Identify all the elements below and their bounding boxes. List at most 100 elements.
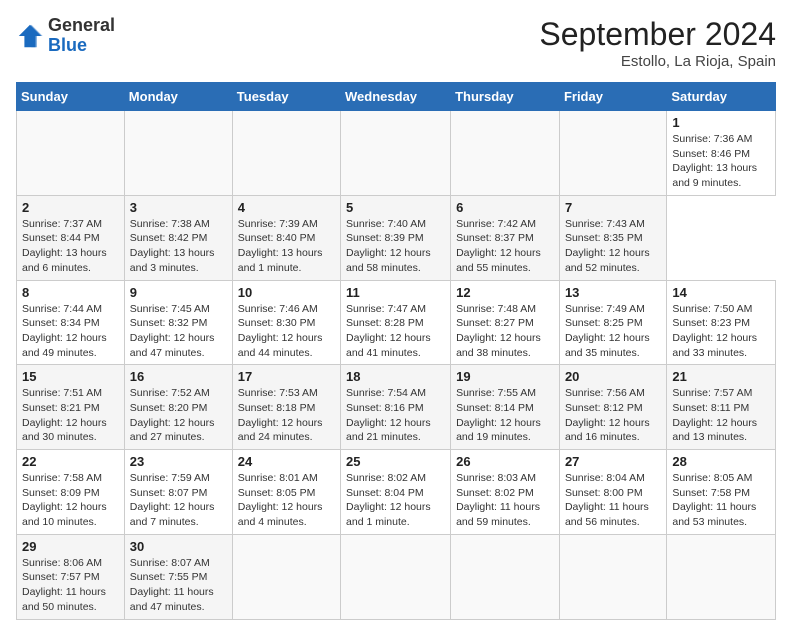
calendar-cell: 3 Sunrise: 7:38 AMSunset: 8:42 PMDaylight… [124, 195, 232, 280]
day-info: Sunrise: 7:49 AMSunset: 8:25 PMDaylight:… [565, 302, 661, 361]
day-info: Sunrise: 7:44 AMSunset: 8:34 PMDaylight:… [22, 302, 119, 361]
day-info: Sunrise: 7:36 AMSunset: 8:46 PMDaylight:… [672, 132, 770, 191]
day-info: Sunrise: 7:46 AMSunset: 8:30 PMDaylight:… [238, 302, 335, 361]
calendar-cell: 18Sunrise: 7:54 AMSunset: 8:16 PMDayligh… [341, 365, 451, 450]
day-info: Sunrise: 7:48 AMSunset: 8:27 PMDaylight:… [456, 302, 554, 361]
day-number: 8 [22, 285, 119, 300]
calendar-header-row: SundayMondayTuesdayWednesdayThursdayFrid… [17, 83, 776, 111]
calendar-cell: 11 Sunrise: 7:47 AMSunset: 8:28 PMDayligh… [341, 280, 451, 365]
logo-general-text: General [48, 15, 115, 35]
calendar-cell: 14Sunrise: 7:50 AMSunset: 8:23 PMDayligh… [667, 280, 776, 365]
calendar-cell: 28 Sunrise: 8:05 AMSunset: 7:58 PMDayligh… [667, 450, 776, 535]
day-number: 3 [130, 200, 227, 215]
calendar-cell: 9 Sunrise: 7:45 AMSunset: 8:32 PMDaylight… [124, 280, 232, 365]
day-number: 14 [672, 285, 770, 300]
day-number: 22 [22, 454, 119, 469]
day-info: Sunrise: 7:47 AMSunset: 8:28 PMDaylight:… [346, 302, 445, 361]
calendar-cell: 12 Sunrise: 7:48 AMSunset: 8:27 PMDayligh… [451, 280, 560, 365]
day-number: 2 [22, 200, 119, 215]
calendar-cell: 19Sunrise: 7:55 AMSunset: 8:14 PMDayligh… [451, 365, 560, 450]
day-info: Sunrise: 8:04 AMSunset: 8:00 PMDaylight:… [565, 471, 661, 530]
calendar-day-header: Thursday [451, 83, 560, 111]
day-info: Sunrise: 7:52 AMSunset: 8:20 PMDaylight:… [130, 386, 227, 445]
day-number: 4 [238, 200, 335, 215]
calendar-cell [232, 534, 340, 619]
calendar-cell: 27 Sunrise: 8:04 AMSunset: 8:00 PMDayligh… [559, 450, 666, 535]
calendar-day-header: Saturday [667, 83, 776, 111]
day-info: Sunrise: 7:53 AMSunset: 8:18 PMDaylight:… [238, 386, 335, 445]
day-number: 25 [346, 454, 445, 469]
day-info: Sunrise: 8:07 AMSunset: 7:55 PMDaylight:… [130, 556, 227, 615]
calendar-cell [559, 111, 666, 196]
day-number: 9 [130, 285, 227, 300]
title-block: September 2024 Estollo, La Rioja, Spain [539, 16, 776, 70]
calendar-cell: 5 Sunrise: 7:40 AMSunset: 8:39 PMDaylight… [341, 195, 451, 280]
calendar-day-header: Wednesday [341, 83, 451, 111]
day-number: 20 [565, 369, 661, 384]
day-info: Sunrise: 7:42 AMSunset: 8:37 PMDaylight:… [456, 217, 554, 276]
calendar-cell [451, 534, 560, 619]
calendar-cell [559, 534, 666, 619]
calendar-week-row: 22Sunrise: 7:58 AMSunset: 8:09 PMDayligh… [17, 450, 776, 535]
day-number: 1 [672, 115, 770, 130]
day-info: Sunrise: 7:39 AMSunset: 8:40 PMDaylight:… [238, 217, 335, 276]
calendar-cell: 16 Sunrise: 7:52 AMSunset: 8:20 PMDayligh… [124, 365, 232, 450]
calendar-cell: 25Sunrise: 8:02 AMSunset: 8:04 PMDayligh… [341, 450, 451, 535]
calendar-cell [17, 111, 125, 196]
logo: General Blue [16, 16, 115, 56]
calendar-cell: 20Sunrise: 7:56 AMSunset: 8:12 PMDayligh… [559, 365, 666, 450]
day-number: 29 [22, 539, 119, 554]
calendar-cell [341, 534, 451, 619]
calendar-week-row: 29 Sunrise: 8:06 AMSunset: 7:57 PMDayligh… [17, 534, 776, 619]
page-header: General Blue September 2024 Estollo, La … [16, 16, 776, 70]
calendar-cell: 1 Sunrise: 7:36 AMSunset: 8:46 PMDaylight… [667, 111, 776, 196]
day-number: 11 [346, 285, 445, 300]
day-info: Sunrise: 7:43 AMSunset: 8:35 PMDaylight:… [565, 217, 661, 276]
calendar-cell: 29 Sunrise: 8:06 AMSunset: 7:57 PMDayligh… [17, 534, 125, 619]
day-info: Sunrise: 7:59 AMSunset: 8:07 PMDaylight:… [130, 471, 227, 530]
day-info: Sunrise: 8:05 AMSunset: 7:58 PMDaylight:… [672, 471, 770, 530]
day-number: 23 [130, 454, 227, 469]
day-number: 17 [238, 369, 335, 384]
day-number: 24 [238, 454, 335, 469]
day-info: Sunrise: 7:37 AMSunset: 8:44 PMDaylight:… [22, 217, 119, 276]
calendar-cell [124, 111, 232, 196]
calendar-day-header: Sunday [17, 83, 125, 111]
day-number: 27 [565, 454, 661, 469]
logo-blue-text: Blue [48, 35, 87, 55]
day-number: 6 [456, 200, 554, 215]
day-number: 12 [456, 285, 554, 300]
calendar-cell: 26 Sunrise: 8:03 AMSunset: 8:02 PMDayligh… [451, 450, 560, 535]
day-number: 30 [130, 539, 227, 554]
calendar-cell: 21Sunrise: 7:57 AMSunset: 8:11 PMDayligh… [667, 365, 776, 450]
calendar-week-row: 2 Sunrise: 7:37 AMSunset: 8:44 PMDaylight… [17, 195, 776, 280]
calendar-cell: 17 Sunrise: 7:53 AMSunset: 8:18 PMDayligh… [232, 365, 340, 450]
calendar-body: 1 Sunrise: 7:36 AMSunset: 8:46 PMDaylight… [17, 111, 776, 620]
day-number: 15 [22, 369, 119, 384]
day-number: 21 [672, 369, 770, 384]
day-number: 28 [672, 454, 770, 469]
logo-icon [16, 22, 44, 50]
day-number: 7 [565, 200, 661, 215]
calendar-cell: 4 Sunrise: 7:39 AMSunset: 8:40 PMDaylight… [232, 195, 340, 280]
calendar-day-header: Friday [559, 83, 666, 111]
calendar-cell [451, 111, 560, 196]
calendar-cell: 6 Sunrise: 7:42 AMSunset: 8:37 PMDaylight… [451, 195, 560, 280]
calendar-day-header: Tuesday [232, 83, 340, 111]
calendar-cell: 22Sunrise: 7:58 AMSunset: 8:09 PMDayligh… [17, 450, 125, 535]
calendar-cell: 24Sunrise: 8:01 AMSunset: 8:05 PMDayligh… [232, 450, 340, 535]
calendar-cell [232, 111, 340, 196]
calendar-week-row: 1 Sunrise: 7:36 AMSunset: 8:46 PMDaylight… [17, 111, 776, 196]
calendar-cell: 7 Sunrise: 7:43 AMSunset: 8:35 PMDaylight… [559, 195, 666, 280]
day-number: 5 [346, 200, 445, 215]
calendar-cell: 23 Sunrise: 7:59 AMSunset: 8:07 PMDayligh… [124, 450, 232, 535]
calendar-cell: 2 Sunrise: 7:37 AMSunset: 8:44 PMDaylight… [17, 195, 125, 280]
day-number: 26 [456, 454, 554, 469]
day-info: Sunrise: 7:40 AMSunset: 8:39 PMDaylight:… [346, 217, 445, 276]
day-info: Sunrise: 8:03 AMSunset: 8:02 PMDaylight:… [456, 471, 554, 530]
day-info: Sunrise: 7:38 AMSunset: 8:42 PMDaylight:… [130, 217, 227, 276]
day-info: Sunrise: 8:06 AMSunset: 7:57 PMDaylight:… [22, 556, 119, 615]
location-text: Estollo, La Rioja, Spain [539, 53, 776, 70]
day-number: 16 [130, 369, 227, 384]
day-info: Sunrise: 7:45 AMSunset: 8:32 PMDaylight:… [130, 302, 227, 361]
